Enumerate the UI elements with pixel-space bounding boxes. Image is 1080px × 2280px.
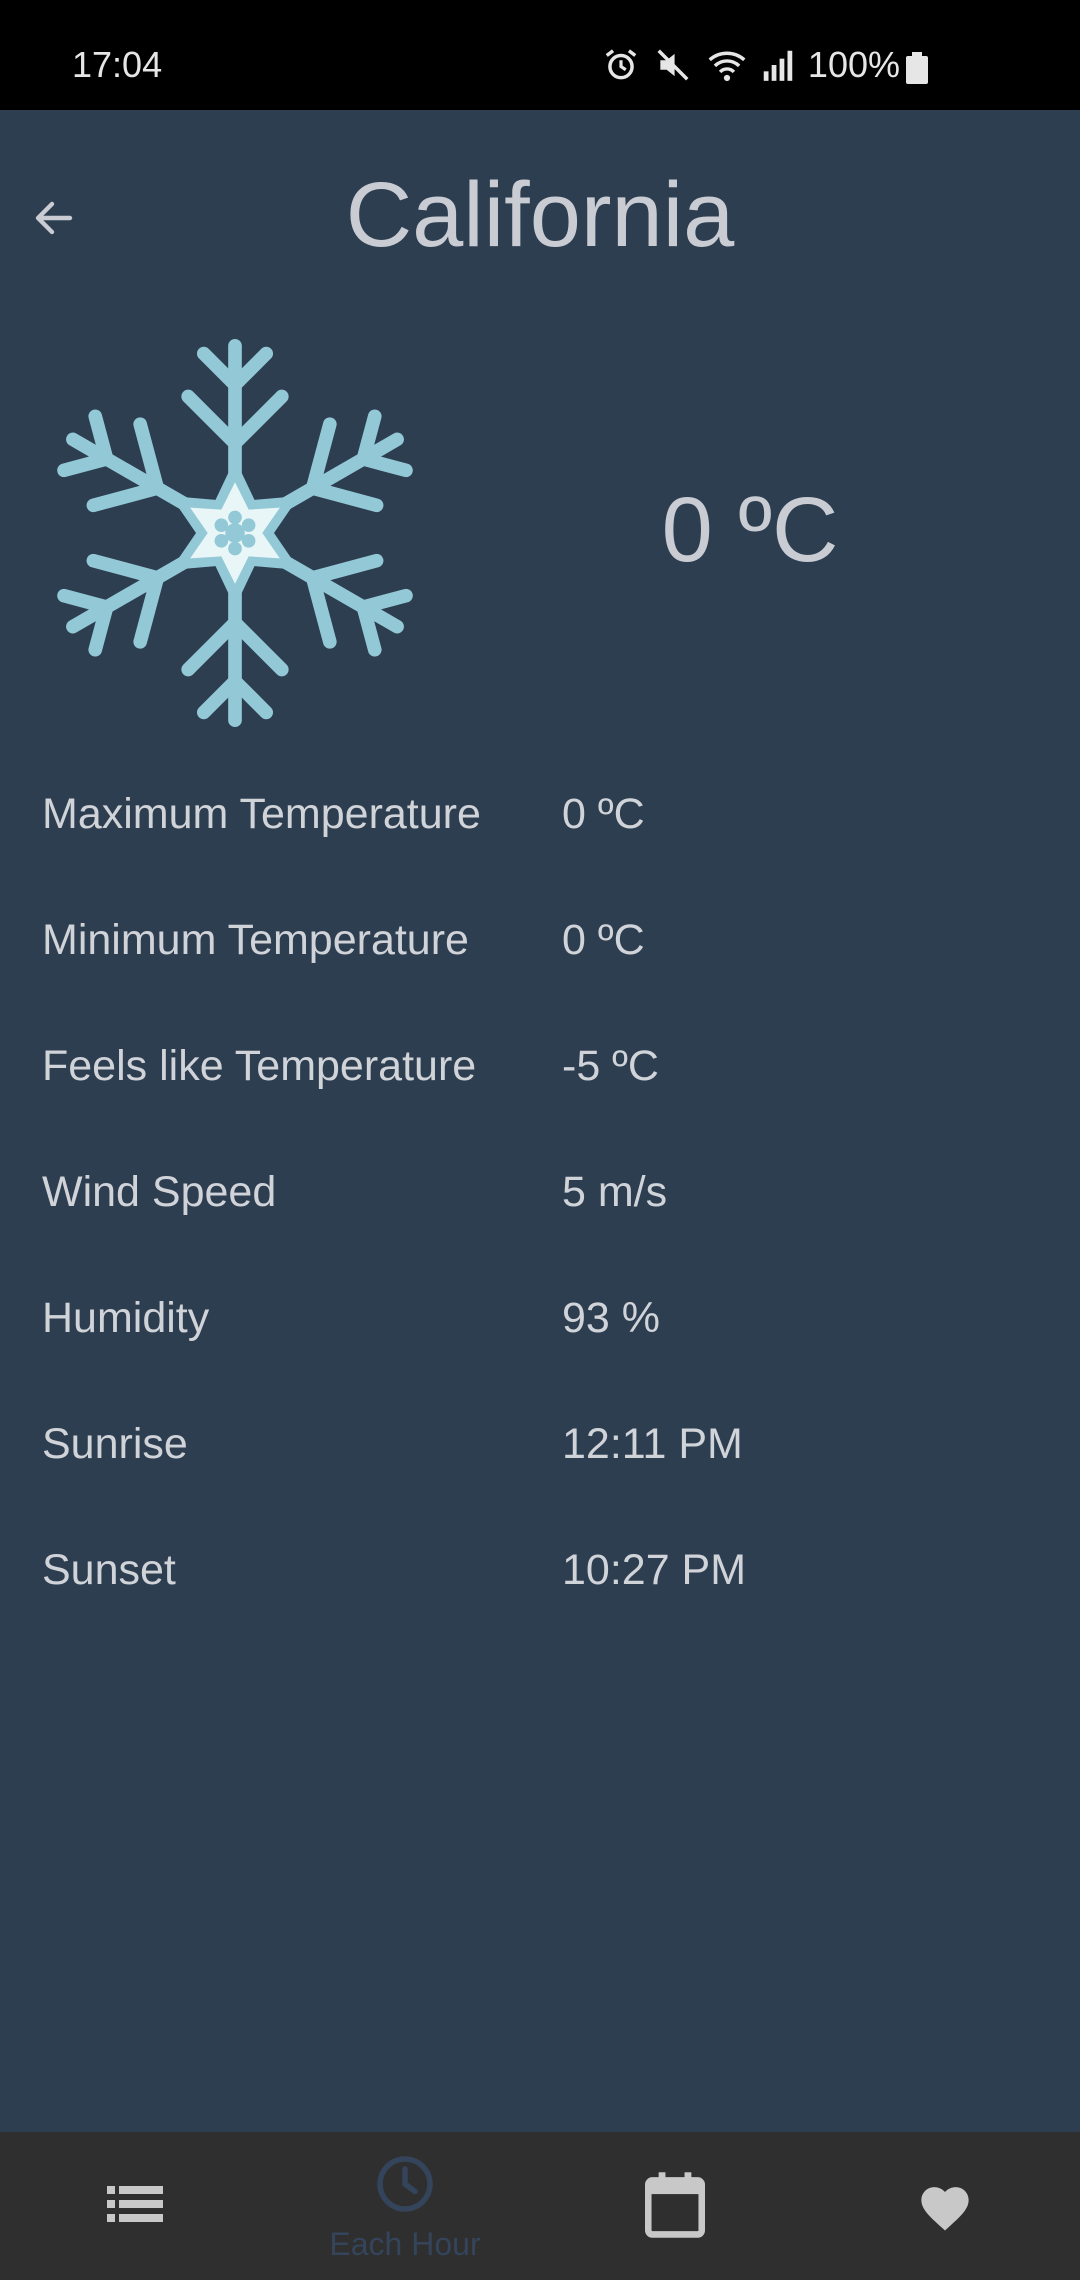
battery-percent: 100%: [807, 44, 900, 85]
detail-row-sunset: Sunset 10:27 PM: [42, 1530, 1042, 1656]
detail-label: Minimum Temperature: [42, 916, 469, 964]
nav-label-each-hour: Each Hour: [329, 2226, 481, 2262]
detail-label: Wind Speed: [42, 1168, 277, 1216]
signal-icon: [762, 46, 794, 84]
alarm-icon: [602, 46, 640, 84]
bottom-navigation: Each Hour: [0, 2132, 1080, 2280]
weather-details: Maximum Temperature 0 ºC Minimum Tempera…: [42, 774, 1042, 1656]
detail-label: Maximum Temperature: [42, 790, 481, 838]
detail-value: 0 ºC: [562, 916, 645, 964]
status-time: 17:04: [72, 44, 163, 85]
detail-value: 10:27 PM: [562, 1546, 747, 1594]
battery-icon: [906, 52, 928, 89]
detail-value: 5 m/s: [562, 1168, 668, 1216]
detail-label: Sunrise: [42, 1420, 188, 1468]
detail-row-max-temp: Maximum Temperature 0 ºC: [42, 774, 1042, 900]
calendar-icon: [645, 2172, 706, 2243]
detail-label: Feels like Temperature: [42, 1042, 477, 1090]
detail-row-wind-speed: Wind Speed 5 m/s: [42, 1152, 1042, 1278]
status-icons: 100%: [602, 44, 900, 86]
nav-item-list[interactable]: [0, 2132, 270, 2280]
detail-row-sunrise: Sunrise 12:11 PM: [42, 1404, 1042, 1530]
detail-value: 93 %: [562, 1294, 661, 1342]
wifi-icon: [706, 46, 748, 84]
current-temperature: 0 ºC: [661, 479, 839, 581]
clock-icon: [375, 2154, 435, 2219]
detail-value: -5 ºC: [562, 1042, 659, 1090]
detail-label: Humidity: [42, 1294, 210, 1342]
nav-item-favorites[interactable]: [810, 2132, 1080, 2280]
list-icon: [107, 2180, 163, 2233]
nav-item-each-hour[interactable]: Each Hour: [270, 2132, 540, 2280]
mute-icon: [654, 46, 692, 84]
nav-item-calendar[interactable]: [540, 2132, 810, 2280]
detail-value: 12:11 PM: [562, 1420, 743, 1468]
detail-label: Sunset: [42, 1546, 176, 1594]
detail-value: 0 ºC: [562, 790, 645, 838]
detail-row-humidity: Humidity 93 %: [42, 1278, 1042, 1404]
detail-row-feels-like: Feels like Temperature -5 ºC: [42, 1026, 1042, 1152]
weather-screen: California 0 ºC Maximum Temperature 0 ºC…: [0, 110, 1080, 2132]
status-bar: 17:04 100%: [0, 0, 1080, 110]
detail-row-min-temp: Minimum Temperature 0 ºC: [42, 900, 1042, 1026]
snowflake-icon: [40, 338, 430, 728]
page-title: California: [345, 164, 735, 266]
heart-icon: [916, 2180, 974, 2237]
